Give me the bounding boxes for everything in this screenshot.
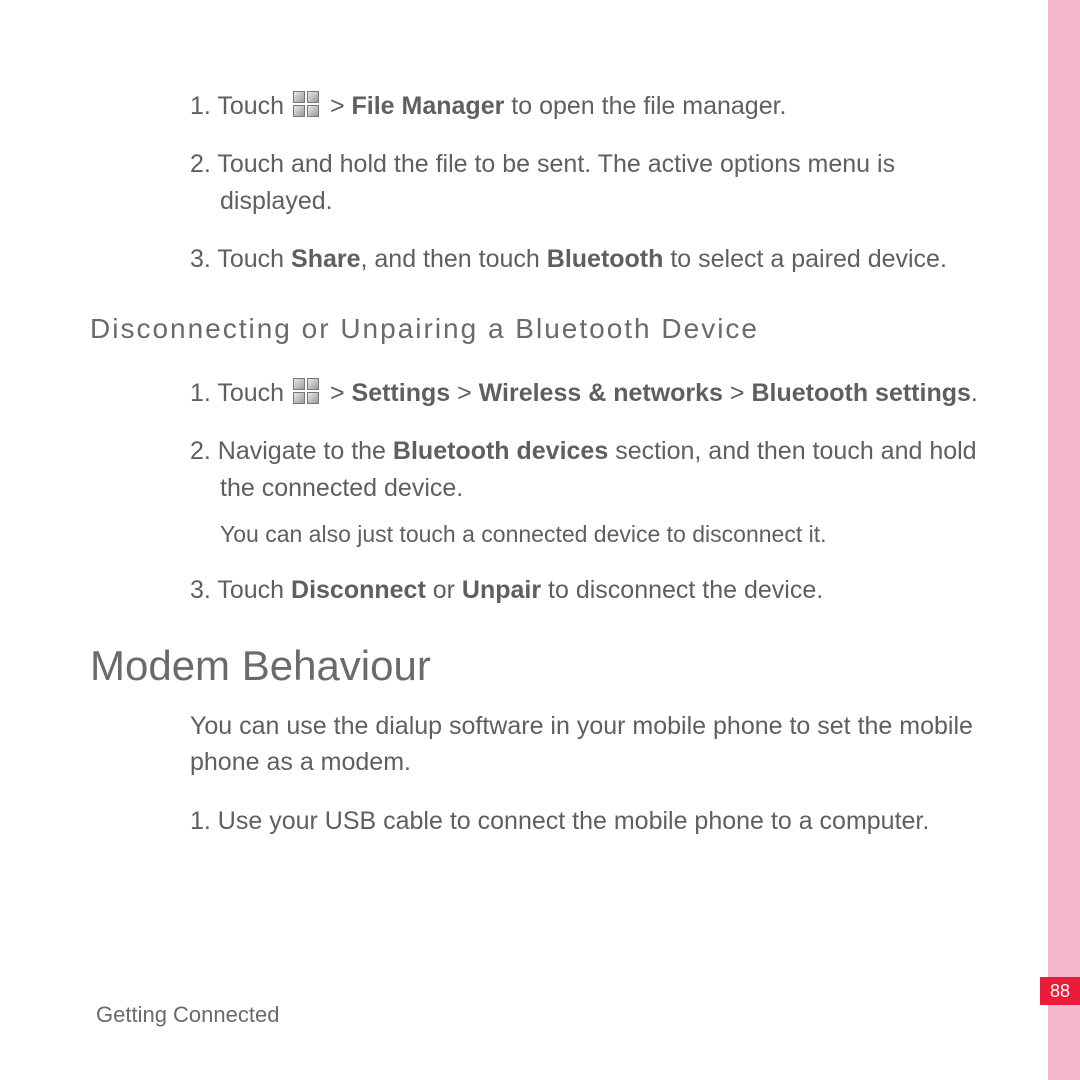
text: Touch	[217, 245, 291, 273]
step-number: 1.	[190, 807, 218, 835]
inline-note: You can also just touch a connected devi…	[90, 518, 1005, 550]
stepA-3: 3. Touch Share, and then touch Bluetooth…	[90, 241, 1005, 277]
text: >	[323, 379, 352, 407]
bold-text: Bluetooth settings	[751, 379, 970, 407]
subsection-heading: Disconnecting or Unpairing a Bluetooth D…	[90, 313, 1005, 345]
step-number: 1.	[190, 379, 217, 407]
apps-grid-icon	[293, 378, 321, 406]
bold-text: Wireless & networks	[479, 379, 723, 407]
text: to select a paired device.	[663, 245, 947, 273]
bold-text: Bluetooth	[547, 245, 664, 273]
stepB-1: 1. Touch > Settings > Wireless & network…	[90, 375, 1005, 411]
bold-text: Disconnect	[291, 576, 426, 604]
bold-text: Unpair	[462, 576, 541, 604]
text: Navigate to the	[218, 437, 393, 465]
text: Use your USB cable to connect the mobile…	[218, 807, 930, 835]
stepA-1: 1. Touch > File Manager to open the file…	[90, 88, 1005, 124]
text: Touch	[217, 92, 291, 120]
step-number: 2.	[190, 437, 218, 465]
text: >	[450, 379, 479, 407]
page-number-badge: 88	[1040, 977, 1080, 1005]
section-heading: Modem Behaviour	[90, 642, 1005, 690]
text: to open the file manager.	[504, 92, 786, 120]
bold-text: File Manager	[352, 92, 505, 120]
text: Touch and hold the file to be sent. The …	[217, 150, 895, 214]
step-number: 1.	[190, 92, 217, 120]
stepB-3: 3. Touch Disconnect or Unpair to disconn…	[90, 572, 1005, 608]
text: Touch	[217, 576, 291, 604]
bold-text: Bluetooth devices	[393, 437, 608, 465]
step-number: 2.	[190, 150, 217, 178]
text: , and then touch	[361, 245, 547, 273]
modem-step-1: 1. Use your USB cable to connect the mob…	[90, 803, 1005, 839]
bold-text: Share	[291, 245, 360, 273]
text: Touch	[217, 379, 291, 407]
text: >	[323, 92, 352, 120]
intro-paragraph: You can use the dialup software in your …	[90, 708, 1005, 781]
accent-sidebar	[1048, 0, 1080, 1080]
step-number: 3.	[190, 245, 217, 273]
apps-grid-icon	[293, 91, 321, 119]
text: .	[971, 379, 978, 407]
footer-chapter-label: Getting Connected	[96, 1002, 279, 1028]
page-content: 1. Touch > File Manager to open the file…	[90, 88, 1005, 861]
text: >	[723, 379, 752, 407]
bold-text: Settings	[352, 379, 451, 407]
step-number: 3.	[190, 576, 217, 604]
text: to disconnect the device.	[541, 576, 823, 604]
stepA-2: 2. Touch and hold the file to be sent. T…	[90, 146, 1005, 219]
stepB-2: 2. Navigate to the Bluetooth devices sec…	[90, 433, 1005, 506]
text: or	[426, 576, 462, 604]
